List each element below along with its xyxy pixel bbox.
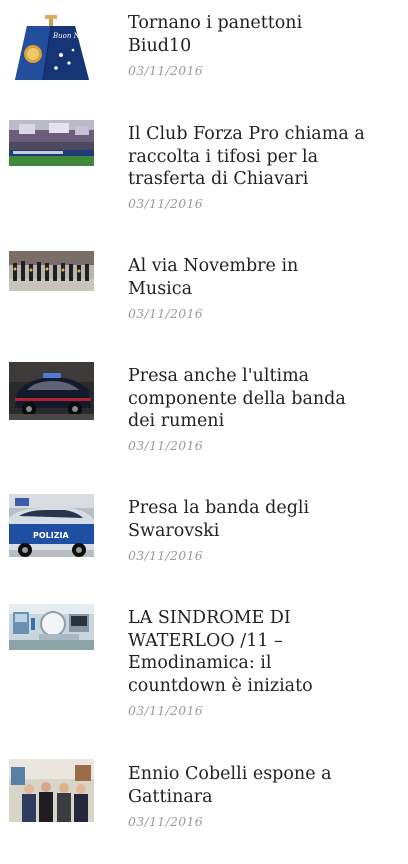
news-thumbnail[interactable]: POLIZIA	[9, 494, 94, 557]
news-title[interactable]: Presa anche l'ultima componente della ba…	[128, 365, 378, 433]
news-title[interactable]: Tornano i panettoni Biud10	[128, 12, 378, 57]
news-date: 03/11/2016	[128, 548, 204, 563]
news-title[interactable]: LA SINDROME DI WATERLOO /11 – Emodinamic…	[128, 607, 378, 697]
news-thumbnail[interactable]	[9, 759, 94, 822]
carabinieri-car-image	[9, 362, 94, 420]
news-thumbnail[interactable]	[9, 251, 94, 291]
news-date: 03/11/2016	[128, 814, 204, 829]
news-title[interactable]: Presa la banda degli Swarovski	[128, 497, 378, 542]
hospital-room-image	[9, 604, 94, 650]
news-thumbnail[interactable]	[9, 120, 94, 166]
news-thumbnail[interactable]	[9, 362, 94, 420]
stadium-fans-image	[9, 120, 94, 166]
group-photo-image	[9, 759, 94, 822]
news-title[interactable]: Ennio Cobelli espone a Gattinara	[128, 763, 378, 808]
news-date: 03/11/2016	[128, 196, 204, 211]
news-title[interactable]: Il Club Forza Pro chiama a raccolta i ti…	[128, 123, 378, 191]
news-date: 03/11/2016	[128, 63, 204, 78]
news-thumbnail[interactable]	[9, 604, 94, 650]
police-car-image: POLIZIA	[9, 494, 94, 557]
news-list: Buon Natale Tornano i panettoni Biud10 0…	[0, 0, 408, 864]
news-title[interactable]: Al via Novembre in Musica	[128, 255, 378, 300]
panettone-box-image: Buon Natale	[9, 10, 94, 84]
police-car-text: POLIZIA	[33, 531, 70, 540]
marching-band-image	[9, 251, 94, 291]
news-date: 03/11/2016	[128, 438, 204, 453]
panettone-logo-text: Buon Natale	[52, 32, 94, 40]
news-date: 03/11/2016	[128, 306, 204, 321]
news-thumbnail[interactable]: Buon Natale	[9, 10, 94, 84]
news-date: 03/11/2016	[128, 703, 204, 718]
